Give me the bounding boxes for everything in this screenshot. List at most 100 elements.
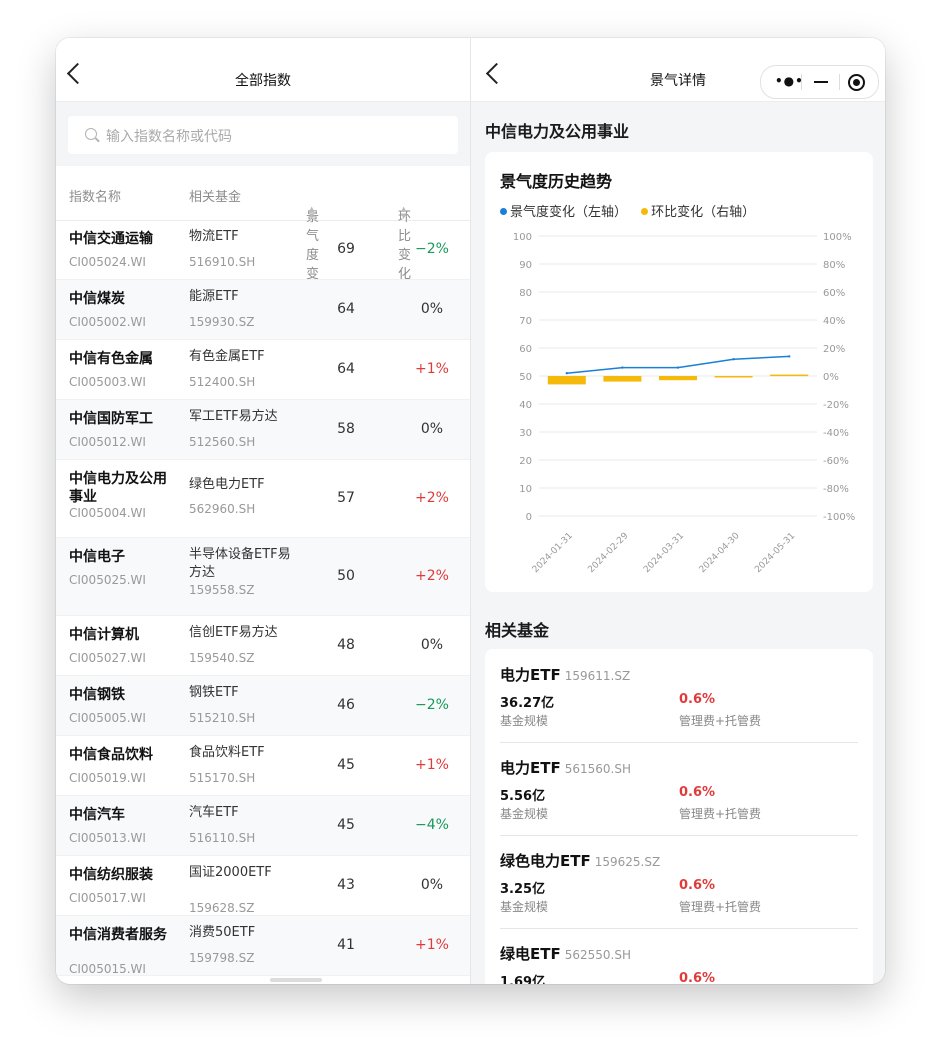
table-row[interactable]: 中信食品饮料 CI005019.WI 食品饮料ETF 515170.SH 45 +1%	[56, 736, 470, 796]
prosperity-value: 43	[337, 877, 355, 893]
table-row[interactable]: 中信钢铁 CI005005.WI 钢铁ETF 515210.SH 46 −2%	[56, 676, 470, 736]
table-row[interactable]: 中信煤炭 CI005002.WI 能源ETF 159930.SZ 64 0%	[56, 280, 470, 340]
more-icon[interactable]: •●•	[775, 74, 804, 88]
index-name: 中信食品饮料	[69, 747, 153, 763]
related-fund-link[interactable]: 汽车ETF	[189, 804, 294, 822]
related-fund-link[interactable]: 国证2000ETF	[189, 864, 294, 882]
detail-pane: 景气详情 •●• 中信电力及公用事业 景气度历史趋势 景气度变化（左轴） 环比变…	[471, 38, 885, 984]
right-axis-tick-label: -60%	[823, 456, 849, 467]
x-axis-tick-label: 2024-05-31	[753, 531, 797, 575]
index-list-pane: 全部指数 输入指数名称或代码 指数名称 相关基金 景气度变化▲▼ 环比变化▲▼ …	[56, 38, 471, 984]
fund-scale: 1.69亿	[500, 975, 546, 984]
related-fund-link[interactable]: 信创ETF易方达	[189, 624, 294, 642]
left-axis-tick-label: 50	[519, 372, 532, 383]
fund-item[interactable]: 绿电ETF 562550.SH 1.69亿 0.6%	[500, 928, 858, 984]
fund-fee: 0.6%	[679, 971, 716, 984]
change-value: +2%	[415, 568, 449, 584]
left-axis-tick-label: 0	[526, 512, 532, 523]
left-axis-tick-label: 70	[519, 316, 532, 327]
x-axis-tick-label: 2024-04-30	[698, 531, 742, 575]
fund-scale: 3.25亿	[500, 882, 546, 897]
left-axis-tick-label: 40	[519, 400, 532, 411]
prosperity-value: 45	[337, 817, 355, 833]
index-name: 中信电子	[69, 549, 125, 565]
table-row[interactable]: 中信纺织服装 CI005017.WI 国证2000ETF 159628.SZ 43 0%	[56, 856, 470, 916]
related-fund-link[interactable]: 钢铁ETF	[189, 684, 294, 702]
column-header-fund: 相关基金	[189, 190, 242, 205]
related-funds-title: 相关基金	[485, 621, 550, 640]
table-row[interactable]: 中信电子 CI005025.WI 半导体设备ETF易方达 159558.SZ 50 +2%	[56, 538, 470, 616]
index-code: CI005003.WI	[69, 375, 146, 389]
fund-name-line: 绿电ETF 562550.SH	[500, 943, 631, 964]
prosperity-value: 64	[337, 301, 355, 317]
sort-icon: ▲ ▼	[401, 205, 407, 220]
capsule-divider	[801, 74, 802, 90]
related-fund-link[interactable]: 半导体设备ETF易方达	[189, 546, 294, 582]
related-funds-card: 电力ETF 159611.SZ 36.27亿 基金规模 0.6% 管理费+托管费电力ETF…	[485, 649, 873, 984]
index-code: CI005005.WI	[69, 711, 146, 725]
change-value: +1%	[415, 361, 449, 377]
related-fund-link[interactable]: 能源ETF	[189, 288, 294, 306]
index-name: 中信消费者服务	[69, 927, 167, 943]
search-input[interactable]: 输入指数名称或代码	[68, 116, 458, 154]
scroll-indicator[interactable]	[270, 978, 322, 982]
change-value: +1%	[415, 757, 449, 773]
right-axis-tick-label: 40%	[823, 316, 845, 327]
fund-scale-label: 基金规模	[500, 807, 549, 821]
fund-scale-label: 基金规模	[500, 900, 549, 914]
index-code: CI005004.WI	[69, 506, 146, 520]
page-title: 全部指数	[235, 73, 291, 89]
prosperity-value: 64	[337, 361, 355, 377]
fund-code: 159611.SZ	[564, 669, 631, 683]
fund-scale-label: 基金规模	[500, 714, 549, 728]
x-axis-tick-label: 2024-01-31	[531, 531, 575, 575]
related-fund-link[interactable]: 食品饮料ETF	[189, 744, 294, 762]
change-value: 0%	[420, 877, 444, 893]
fund-code: 562960.SH	[189, 502, 256, 516]
change-value: 0%	[420, 637, 444, 653]
fund-item[interactable]: 电力ETF 561560.SH 5.56亿 基金规模 0.6% 管理费+托管费	[500, 742, 858, 836]
left-axis-tick-label: 90	[519, 260, 532, 271]
table-row[interactable]: 中信银行银行ETF易方达	[56, 976, 470, 984]
fund-name: 绿色电力ETF	[500, 852, 591, 870]
related-fund-link[interactable]: 有色金属ETF	[189, 348, 294, 366]
fund-code: 512560.SH	[189, 435, 256, 449]
fund-name: 电力ETF	[500, 759, 561, 777]
fund-code: 515210.SH	[189, 711, 256, 725]
related-fund-link[interactable]: 消费50ETF	[189, 924, 294, 942]
table-row[interactable]: 中信电力及公用事业 CI005004.WI 绿色电力ETF 562960.SH 57 +2…	[56, 460, 470, 538]
table-row[interactable]: 中信消费者服务 CI005015.WI 消费50ETF 159798.SZ 41 +1%	[56, 916, 470, 976]
close-target-icon[interactable]	[848, 74, 865, 91]
table-row[interactable]: 中信有色金属 CI005003.WI 有色金属ETF 512400.SH 64 +1%	[56, 340, 470, 400]
fund-name-line: 绿色电力ETF 159625.SZ	[500, 850, 660, 871]
fund-item[interactable]: 电力ETF 159611.SZ 36.27亿 基金规模 0.6% 管理费+托管费	[500, 649, 858, 743]
index-code: CI005025.WI	[69, 573, 146, 587]
index-code: CI005015.WI	[69, 962, 146, 976]
app-window: 全部指数 输入指数名称或代码 指数名称 相关基金 景气度变化▲▼ 环比变化▲▼ …	[56, 38, 885, 984]
right-axis-tick-label: -20%	[823, 400, 849, 411]
left-navbar: 全部指数	[56, 38, 470, 102]
index-code: CI005012.WI	[69, 435, 146, 449]
fund-fee-label: 管理费+托管费	[679, 900, 762, 914]
related-fund-link[interactable]: 军工ETF易方达	[189, 408, 294, 426]
prosperity-point	[676, 366, 680, 369]
table-row[interactable]: 中信国防军工 CI005012.WI 军工ETF易方达 512560.SH 58 0%	[56, 400, 470, 460]
index-name: 中信汽车	[69, 807, 125, 823]
change-bar	[603, 376, 642, 382]
table-row[interactable]: 中信计算机 CI005027.WI 信创ETF易方达 159540.SZ 48 0%	[56, 616, 470, 676]
related-fund-link[interactable]: 绿色电力ETF	[189, 476, 294, 494]
prosperity-point	[788, 355, 791, 358]
change-value: 0%	[420, 421, 444, 437]
fund-item[interactable]: 绿色电力ETF 159625.SZ 3.25亿 基金规模 0.6% 管理费+托管费	[500, 835, 858, 929]
related-fund-link[interactable]: 物流ETF	[189, 228, 294, 246]
table-row[interactable]: 中信汽车 CI005013.WI 汽车ETF 516110.SH 45 −4%	[56, 796, 470, 856]
fund-fee: 0.6%	[679, 785, 716, 800]
table-row[interactable]: 中信交通运输 CI005024.WI 物流ETF 516910.SH 69 −2%	[56, 220, 470, 280]
left-axis-tick-label: 60	[519, 344, 532, 355]
right-axis-tick-label: -40%	[823, 428, 849, 439]
mini-program-capsule: •●•	[760, 65, 879, 99]
prosperity-point	[565, 372, 568, 375]
index-title: 中信电力及公用事业	[485, 122, 630, 141]
prosperity-value: 41	[337, 937, 355, 953]
minimize-icon[interactable]	[814, 81, 828, 83]
